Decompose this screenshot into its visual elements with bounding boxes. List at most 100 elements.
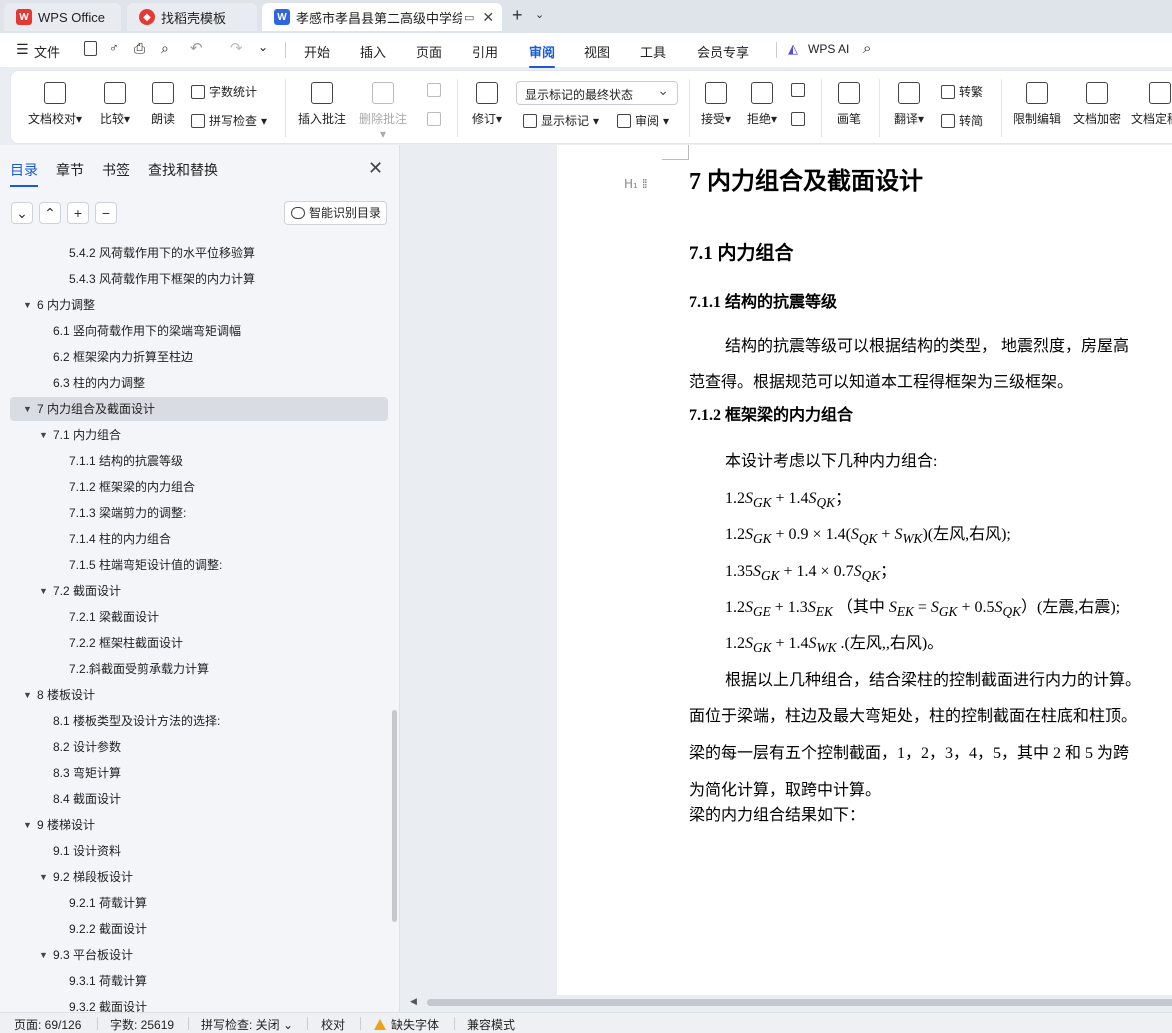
next-comment-button[interactable] xyxy=(427,112,441,126)
collapse-up-icon[interactable]: ⌃ xyxy=(39,202,61,224)
toc-item[interactable]: ▼ 9.3 平台板设计 xyxy=(0,943,392,967)
expand-down-icon[interactable]: ⌄ xyxy=(11,202,33,224)
toc-item[interactable]: ▼ 9.2 梯段板设计 xyxy=(0,865,392,889)
to-traditional-button[interactable]: 转繁 xyxy=(941,83,983,100)
delete-comment-button[interactable]: 删除批注▾ xyxy=(357,82,409,141)
menu-review[interactable]: 审阅 xyxy=(529,42,556,68)
search-icon[interactable]: ⌕ xyxy=(863,40,871,57)
toc-item[interactable]: 8.4 截面设计 xyxy=(0,787,392,811)
heading-level-marker[interactable]: H₁ ⁞⁞ xyxy=(624,177,648,192)
toc-item[interactable]: ▼ 9 楼梯设计 xyxy=(0,813,392,837)
menu-home[interactable]: 开始 xyxy=(304,42,330,61)
menu-view[interactable]: 视图 xyxy=(584,42,610,61)
toc-item[interactable]: ▼ 7.1 内力组合 xyxy=(0,423,392,447)
wps-ai-button[interactable]: WPS AI xyxy=(808,42,849,56)
undo-icon[interactable]: ↶ xyxy=(190,39,203,57)
toc-item[interactable]: 9.2.1 荷载计算 xyxy=(0,891,392,915)
pen-button[interactable]: 画笔 xyxy=(833,82,865,127)
horizontal-scrollbar[interactable]: ◀ xyxy=(401,995,1172,1012)
markup-state-select[interactable]: 显示标记的最终状态 xyxy=(516,81,678,105)
translate-button[interactable]: 翻译▾ xyxy=(889,82,929,127)
track-changes-button[interactable]: 修订▾ xyxy=(467,82,507,127)
chevron-down-icon[interactable]: ⌄ xyxy=(535,8,544,21)
doc-final-button[interactable]: 文档定稿 xyxy=(1131,82,1172,127)
print-icon[interactable]: ⎙ xyxy=(134,40,145,57)
doc-encrypt-button[interactable]: 文档加密 xyxy=(1071,82,1123,127)
print-preview-icon[interactable]: ⌕ xyxy=(161,40,169,57)
expand-arrow-icon[interactable]: ▼ xyxy=(23,397,32,421)
menu-reference[interactable]: 引用 xyxy=(472,42,498,61)
tab-current-document[interactable]: W 孝感市孝昌县第二高级中学综合 ▭ ✕ xyxy=(262,3,502,31)
toc-item[interactable]: 6.2 框架梁内力折算至柱边 xyxy=(0,345,392,369)
tab-docer-templates[interactable]: ◆ 找稻壳模板 xyxy=(127,3,257,31)
nav-tab-chapters[interactable]: 章节 xyxy=(56,160,84,180)
to-simplified-button[interactable]: 转简 xyxy=(941,112,983,129)
hamburger-icon[interactable]: ☰ xyxy=(16,41,29,58)
redo-icon[interactable]: ↷ xyxy=(230,39,243,57)
read-aloud-button[interactable]: 朗读 xyxy=(147,82,179,127)
next-change-button[interactable] xyxy=(791,112,805,126)
toc-item[interactable]: 7.2.2 框架柱截面设计 xyxy=(0,631,392,655)
toc-item[interactable]: 8.3 弯矩计算 xyxy=(0,761,392,785)
toc-item[interactable]: ▼ 7.2 截面设计 xyxy=(0,579,392,603)
toc-item[interactable]: 7.1.2 框架梁的内力组合 xyxy=(0,475,392,499)
spell-check-button[interactable]: 拼写检查 ▾ xyxy=(191,112,267,129)
file-menu[interactable]: 文件 xyxy=(34,42,60,61)
show-markup-button[interactable]: 显示标记 ▾ xyxy=(523,112,599,129)
toc-item[interactable]: 5.4.2 风荷载作用下的水平位移验算 xyxy=(0,241,392,265)
toc-item[interactable]: 9.2.2 截面设计 xyxy=(0,917,392,941)
menu-tools[interactable]: 工具 xyxy=(640,42,666,61)
tab-wps-office[interactable]: W WPS Office xyxy=(4,3,121,31)
more-chevron-icon[interactable]: ⌄ xyxy=(258,40,268,54)
expand-arrow-icon[interactable]: ▼ xyxy=(39,579,48,603)
toc-item[interactable]: 8.2 设计参数 xyxy=(0,735,392,759)
toc-item[interactable]: 9.1 设计资料 xyxy=(0,839,392,863)
compare-button[interactable]: 比较▾ xyxy=(95,82,135,127)
save-icon[interactable] xyxy=(84,41,97,56)
menu-page[interactable]: 页面 xyxy=(416,42,442,61)
expand-arrow-icon[interactable]: ▼ xyxy=(23,813,32,837)
toc-item[interactable]: 6.3 柱的内力调整 xyxy=(0,371,392,395)
toc-item[interactable]: 7.2.斜截面受剪承载力计算 xyxy=(0,657,392,681)
prev-change-button[interactable] xyxy=(791,83,805,97)
toc-item[interactable]: 9.3.1 荷载计算 xyxy=(0,969,392,993)
toc-item[interactable]: 7.1.3 梁端剪力的调整: xyxy=(0,501,392,525)
expand-arrow-icon[interactable]: ▼ xyxy=(23,293,32,317)
word-count-status[interactable]: 字数: 25619 xyxy=(110,1016,174,1033)
menu-member[interactable]: 会员专享 xyxy=(697,42,749,61)
expand-arrow-icon[interactable]: ▼ xyxy=(39,423,48,447)
page-indicator[interactable]: 页面: 69/126 xyxy=(14,1016,81,1033)
review-pane-button[interactable]: 审阅 ▾ xyxy=(617,112,669,129)
toc-item[interactable]: ▼ 7 内力组合及截面设计 xyxy=(10,397,388,421)
toc-item[interactable]: 7.1.4 柱的内力组合 xyxy=(0,527,392,551)
prev-comment-button[interactable] xyxy=(427,83,441,97)
proofread-status[interactable]: 校对 xyxy=(321,1016,345,1033)
toc-scrollbar[interactable] xyxy=(392,710,397,922)
missing-font-status[interactable]: 缺失字体 xyxy=(374,1016,439,1033)
toc-item[interactable]: 9.3.2 截面设计 xyxy=(0,995,392,1012)
expand-arrow-icon[interactable]: ▼ xyxy=(39,943,48,967)
new-tab-icon[interactable]: + xyxy=(512,5,523,26)
toc-item[interactable]: 7.2.1 梁截面设计 xyxy=(0,605,392,629)
remove-heading-icon[interactable]: − xyxy=(95,202,117,224)
restrict-edit-button[interactable]: 限制编辑 xyxy=(1011,82,1063,127)
toc-item[interactable]: 6.1 竖向荷载作用下的梁端弯矩调幅 xyxy=(0,319,392,343)
toc-item[interactable]: 7.1.5 柱端弯矩设计值的调整: xyxy=(0,553,392,577)
nav-tab-toc[interactable]: 目录 xyxy=(10,160,38,187)
scroll-left-icon[interactable]: ◀ xyxy=(410,996,417,1007)
smart-toc-button[interactable]: 智能识别目录 xyxy=(284,201,387,225)
nav-tab-bookmarks[interactable]: 书签 xyxy=(102,160,130,180)
spell-check-status[interactable]: 拼写检查: 关闭 ⌄ xyxy=(201,1016,293,1033)
reject-button[interactable]: 拒绝▾ xyxy=(743,82,781,127)
toc-item[interactable]: 8.1 楼板类型及设计方法的选择: xyxy=(0,709,392,733)
close-tab-icon[interactable]: ✕ xyxy=(482,9,494,26)
nav-tab-find-replace[interactable]: 查找和替换 xyxy=(148,160,218,180)
expand-arrow-icon[interactable]: ▼ xyxy=(39,865,48,889)
accept-button[interactable]: 接受▾ xyxy=(697,82,735,127)
toc-item[interactable]: 5.4.3 风荷载作用下框架的内力计算 xyxy=(0,267,392,291)
doc-proofread-button[interactable]: 文档校对▾ xyxy=(27,82,83,127)
toc-item[interactable]: ▼ 6 内力调整 xyxy=(0,293,392,317)
share-icon[interactable]: ♂ xyxy=(109,40,119,55)
scroll-thumb[interactable] xyxy=(427,999,1172,1006)
expand-arrow-icon[interactable]: ▼ xyxy=(23,683,32,707)
